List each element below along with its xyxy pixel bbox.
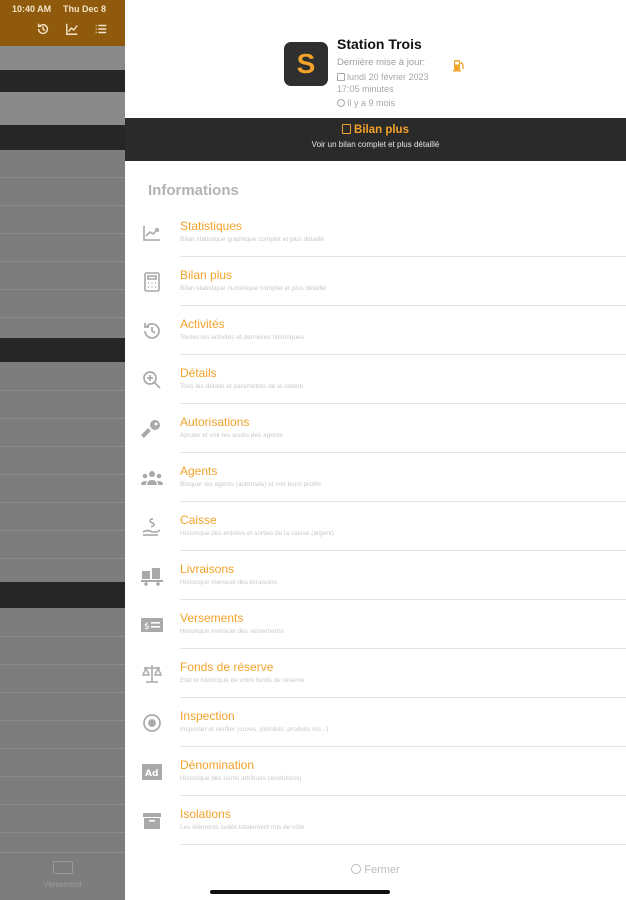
versement-tab-label: Versement [43, 880, 82, 889]
menu-item-desc: Historique mensuel des livraisons [180, 579, 277, 586]
menu-item-desc: Bloquer les agents (autorisés) et voir l… [180, 481, 321, 488]
list-row[interactable] [0, 46, 125, 70]
menu-item-label: Agents [180, 464, 218, 478]
menu-item-desc: Ajouter et voir les accès des agents [180, 432, 283, 439]
menu-item-label: Livraisons [180, 562, 235, 576]
menu-item-label: Inspection [180, 709, 235, 723]
ad-icon: Ad [140, 760, 164, 784]
hand-money-icon [140, 515, 164, 539]
menu-item-label: Détails [180, 366, 217, 380]
menu-item-desc: Bilan statistique numérique complet et p… [180, 285, 326, 292]
list-icon[interactable] [94, 22, 108, 41]
station-detail-sheet: S Station Trois Dernière mise à jour: lu… [125, 0, 626, 900]
list-section-header [0, 125, 125, 150]
bilan-plus-subtitle: Voir un bilan complet et plus détaillé [311, 140, 440, 149]
menu-item-desc: Historique des noms attribués (évolution… [180, 775, 302, 782]
relative-time-line: Il y a 9 mois [337, 98, 395, 108]
target-icon [140, 711, 164, 735]
close-button[interactable]: Fermer [125, 864, 626, 876]
menu-item-label: Versements [180, 611, 244, 625]
list-section-header [0, 70, 125, 92]
last-update-time: 17:05 minutes [337, 84, 394, 94]
menu-item-isolations[interactable]: Isolations Les éléments isolés totalemen… [125, 796, 626, 845]
last-update-date-line: lundi 20 février 2023 [337, 72, 429, 82]
close-icon [351, 864, 362, 874]
bilan-plus-title: Bilan plus [125, 124, 626, 136]
section-title-informations: Informations [148, 182, 239, 199]
chart-icon[interactable] [65, 22, 79, 41]
money-check-icon: $ [140, 613, 164, 637]
status-time: 10:40 AM [12, 4, 52, 14]
menu-item-livraisons[interactable]: Livraisons Historique mensuel des livrai… [125, 551, 626, 600]
relative-time: Il y a 9 mois [347, 98, 396, 108]
last-update-date: lundi 20 février 2023 [347, 72, 429, 82]
people-icon [140, 466, 164, 490]
station-header: S Station Trois Dernière mise à jour: lu… [125, 0, 626, 118]
menu-item-fonds-de-reserve[interactable]: Fonds de réserve Etat et historique de v… [125, 649, 626, 698]
calendar-icon [337, 73, 345, 81]
menu-item-desc: Historique des entrées et sorties de la … [180, 530, 334, 537]
station-name: Station Trois [337, 36, 422, 52]
menu-item-desc: Historique mensuel des versements [180, 628, 284, 635]
bilan-plus-banner[interactable]: Bilan plus Voir un bilan complet et plus… [125, 118, 626, 161]
key-icon [140, 417, 164, 441]
top-bar: 10:40 AM Thu Dec 8 [0, 0, 125, 46]
menu-item-label: Caisse [180, 513, 217, 527]
menu-item-agents[interactable]: Agents Bloquer les agents (autorisés) et… [125, 453, 626, 502]
menu-item-bilan-plus[interactable]: Bilan plus Bilan statistique numérique c… [125, 257, 626, 306]
svg-text:$: $ [144, 622, 150, 632]
truck-icon [140, 564, 164, 588]
menu-item-desc: Bilan statistique graphique complet et p… [180, 236, 325, 243]
station-logo-letter: S [296, 48, 316, 79]
menu-item-denomination[interactable]: Ad Dénomination Historique des noms attr… [125, 747, 626, 796]
menu-item-desc: Etat et historique de votre fonds de rés… [180, 677, 305, 684]
list-section-header [0, 338, 125, 362]
clock-icon [337, 99, 345, 107]
list-row[interactable] [0, 92, 125, 125]
menu-item-label: Bilan plus [180, 268, 233, 282]
menu-item-label: Fonds de réserve [180, 660, 274, 674]
menu-item-versements[interactable]: $ Versements Historique mensuel des vers… [125, 600, 626, 649]
menu-item-label: Activités [180, 317, 225, 331]
station-logo: S [284, 42, 328, 86]
menu-item-caisse[interactable]: Caisse Historique des entrées et sorties… [125, 502, 626, 551]
balance-scale-icon [140, 662, 164, 686]
background-list-panel: 10:40 AM Thu Dec 8 Versement [0, 0, 125, 900]
calculator-icon [140, 270, 164, 294]
menu-item-activites[interactable]: Activités Toutes les activités et derniè… [125, 306, 626, 355]
list-section-header [0, 582, 125, 608]
menu-item-label: Autorisations [180, 415, 250, 429]
home-indicator[interactable] [210, 890, 390, 894]
versement-tab[interactable]: Versement [0, 852, 125, 900]
menu-item-statistiques[interactable]: Statistiques Bilan statistique graphique… [125, 208, 626, 257]
menu-item-label: Isolations [180, 807, 231, 821]
menu-item-desc: Toutes les activités et dernières histor… [180, 334, 304, 341]
menu-item-label: Statistiques [180, 219, 243, 233]
menu-item-inspection[interactable]: Inspection Inspecter et vérifier (cuves,… [125, 698, 626, 747]
gas-station-icon[interactable] [452, 58, 466, 72]
zoom-in-icon [140, 368, 164, 392]
archive-icon [140, 809, 164, 833]
menu-item-label: Dénomination [180, 758, 255, 772]
svg-text:Ad: Ad [145, 769, 158, 779]
money-icon [53, 861, 73, 874]
menu-item-desc: Tous les détails et paramètres de la sta… [180, 383, 304, 390]
calculator-icon [342, 124, 352, 134]
menu-item-desc: Inspecter et vérifier (cuves, pistolets,… [180, 726, 329, 733]
last-update-label: Dernière mise à jour: [337, 57, 426, 68]
menu-item-details[interactable]: Détails Tous les détails et paramètres d… [125, 355, 626, 404]
history-icon[interactable] [36, 22, 50, 41]
menu-item-desc: Les éléments isolés totalement mis de cô… [180, 824, 305, 831]
status-date: Thu Dec 8 [63, 4, 107, 14]
menu-item-autorisations[interactable]: Autorisations Ajouter et voir les accès … [125, 404, 626, 453]
history-icon [140, 319, 164, 343]
close-button-label: Fermer [364, 864, 400, 876]
chart-line-icon [140, 221, 164, 245]
bilan-plus-title-text: Bilan plus [354, 124, 409, 136]
